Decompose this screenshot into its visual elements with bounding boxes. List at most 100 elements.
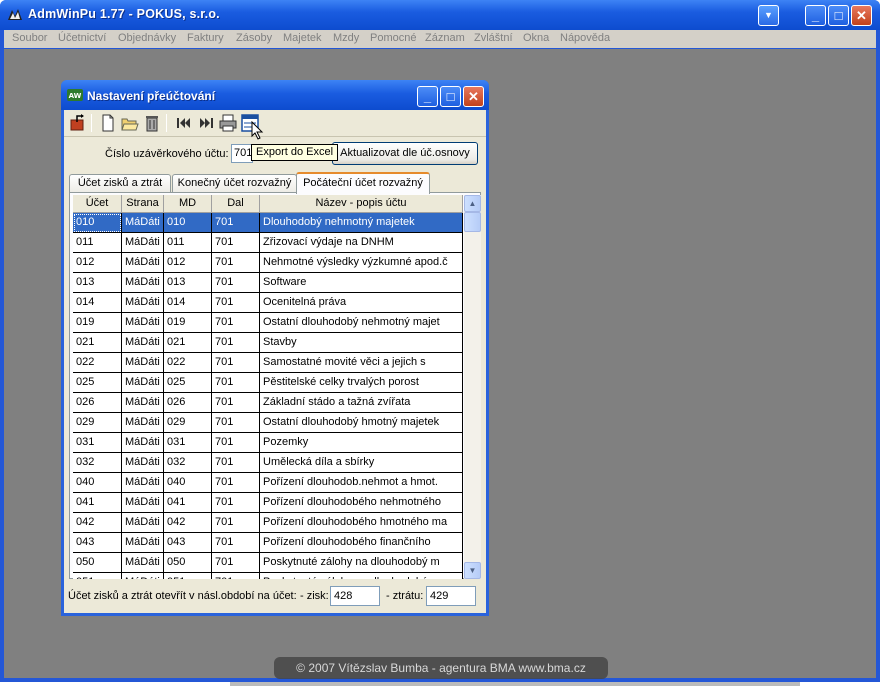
- table-cell[interactable]: 010: [73, 213, 122, 233]
- table-cell[interactable]: 051: [164, 573, 212, 579]
- table-cell[interactable]: 029: [164, 413, 212, 433]
- minimize-icon[interactable]: _: [805, 5, 826, 26]
- table-row[interactable]: 041 MáDáti 041 701 Pořízení dlouhodobého neh…: [73, 493, 463, 513]
- table-row[interactable]: 050 MáDáti 050 701 Poskytnuté zálohy na dlou…: [73, 553, 463, 573]
- table-cell[interactable]: 701: [212, 273, 260, 293]
- table-row[interactable]: 019 MáDáti 019 701 Ostatní dlouhodobý nehmot…: [73, 313, 463, 333]
- table-cell[interactable]: 701: [212, 413, 260, 433]
- menu-ucetnictvi[interactable]: Účetnictví: [58, 32, 106, 44]
- tab-pocatecni-ucet[interactable]: Počáteční účet rozvažný: [296, 172, 430, 194]
- table-cell[interactable]: Pořízení dlouhodob.nehmot a hmot.: [260, 473, 463, 493]
- table-cell[interactable]: Pozemky: [260, 433, 463, 453]
- table-cell[interactable]: 040: [73, 473, 122, 493]
- table-cell[interactable]: Software: [260, 273, 463, 293]
- table-row[interactable]: 010 MáDáti 010 701 Dlouhodobý nehmotný majet…: [73, 213, 463, 233]
- table-row[interactable]: 042 MáDáti 042 701 Pořízení dlouhodobého hmo…: [73, 513, 463, 533]
- table-cell[interactable]: MáDáti: [122, 353, 164, 373]
- dialog-titlebar[interactable]: AW Nastavení přeúčtování _ □ ✕: [61, 80, 489, 110]
- table-cell[interactable]: Nehmotné výsledky výzkumné apod.č: [260, 253, 463, 273]
- close-icon[interactable]: ✕: [851, 5, 872, 26]
- table-cell[interactable]: Samostatné movité věci a jejich s: [260, 353, 463, 373]
- table-cell[interactable]: 050: [164, 553, 212, 573]
- table-cell[interactable]: 021: [73, 333, 122, 353]
- table-cell[interactable]: MáDáti: [122, 533, 164, 553]
- table-cell[interactable]: 013: [164, 273, 212, 293]
- column-header-md[interactable]: MD: [164, 195, 212, 213]
- column-header-dal[interactable]: Dal: [212, 195, 260, 213]
- table-cell[interactable]: 701: [212, 533, 260, 553]
- scroll-up-icon[interactable]: ▲: [464, 195, 481, 212]
- table-cell[interactable]: Pěstitelské celky trvalých porost: [260, 373, 463, 393]
- table-cell[interactable]: MáDáti: [122, 553, 164, 573]
- scroll-thumb[interactable]: [464, 212, 481, 232]
- table-cell[interactable]: 701: [212, 253, 260, 273]
- table-cell[interactable]: Ostatní dlouhodobý hmotný majetek: [260, 413, 463, 433]
- table-cell[interactable]: Stavby: [260, 333, 463, 353]
- dialog-maximize-icon[interactable]: □: [440, 86, 461, 107]
- tab-ucet-zisku-a-ztrat[interactable]: Účet zisků a ztrát: [69, 174, 171, 193]
- loss-account-input[interactable]: 429: [426, 586, 476, 606]
- table-cell[interactable]: MáDáti: [122, 273, 164, 293]
- table-row[interactable]: 029 MáDáti 029 701 Ostatní dlouhodobý hmotný…: [73, 413, 463, 433]
- table-cell[interactable]: 701: [212, 213, 260, 233]
- table-cell[interactable]: 021: [164, 333, 212, 353]
- delete-icon[interactable]: [142, 113, 162, 133]
- table-cell[interactable]: 701: [212, 333, 260, 353]
- table-cell[interactable]: MáDáti: [122, 433, 164, 453]
- table-cell[interactable]: Ostatní dlouhodobý nehmotný majet: [260, 313, 463, 333]
- table-cell[interactable]: 701: [212, 353, 260, 373]
- table-cell[interactable]: 012: [164, 253, 212, 273]
- table-cell[interactable]: 043: [73, 533, 122, 553]
- table-cell[interactable]: 041: [164, 493, 212, 513]
- table-cell[interactable]: 042: [73, 513, 122, 533]
- table-cell[interactable]: 026: [164, 393, 212, 413]
- table-cell[interactable]: 019: [73, 313, 122, 333]
- table-cell[interactable]: 041: [73, 493, 122, 513]
- table-cell[interactable]: 701: [212, 573, 260, 579]
- table-cell[interactable]: 043: [164, 533, 212, 553]
- table-cell[interactable]: 701: [212, 453, 260, 473]
- menu-faktury[interactable]: Faktury: [187, 32, 224, 44]
- menu-majetek[interactable]: Majetek: [283, 32, 322, 44]
- table-cell[interactable]: MáDáti: [122, 473, 164, 493]
- table-cell[interactable]: Ocenitelná práva: [260, 293, 463, 313]
- table-cell[interactable]: MáDáti: [122, 453, 164, 473]
- window-menu-dropdown-icon[interactable]: ▼: [758, 5, 779, 26]
- table-cell[interactable]: 701: [212, 233, 260, 253]
- table-cell[interactable]: 040: [164, 473, 212, 493]
- table-row[interactable]: 025 MáDáti 025 701 Pěstitelské celky trvalýc…: [73, 373, 463, 393]
- column-header-ucet[interactable]: Účet: [73, 195, 122, 213]
- table-cell[interactable]: Poskytnuté zálohy na dlouhodobý m: [260, 553, 463, 573]
- exit-icon[interactable]: [68, 113, 88, 133]
- table-row[interactable]: 026 MáDáti 026 701 Základní stádo a tažná zv…: [73, 393, 463, 413]
- table-cell[interactable]: MáDáti: [122, 293, 164, 313]
- table-cell[interactable]: 014: [73, 293, 122, 313]
- table-cell[interactable]: 032: [73, 453, 122, 473]
- menu-zvlastni[interactable]: Zvláštní: [474, 32, 513, 44]
- menu-zasoby[interactable]: Zásoby: [236, 32, 272, 44]
- table-cell[interactable]: MáDáti: [122, 493, 164, 513]
- table-cell[interactable]: 701: [212, 473, 260, 493]
- table-row[interactable]: 040 MáDáti 040 701 Pořízení dlouhodob.nehmot…: [73, 473, 463, 493]
- table-cell[interactable]: 701: [212, 553, 260, 573]
- table-row[interactable]: 014 MáDáti 014 701 Ocenitelná práva: [73, 293, 463, 313]
- menu-objednavky[interactable]: Objednávky: [118, 32, 176, 44]
- table-cell[interactable]: 042: [164, 513, 212, 533]
- menu-mzdy[interactable]: Mzdy: [333, 32, 359, 44]
- tab-konecny-ucet[interactable]: Konečný účet rozvažný: [172, 174, 297, 193]
- table-cell[interactable]: 013: [73, 273, 122, 293]
- table-cell[interactable]: Zřizovací výdaje na DNHM: [260, 233, 463, 253]
- table-row[interactable]: 022 MáDáti 022 701 Samostatné movité věci a …: [73, 353, 463, 373]
- open-icon[interactable]: [120, 113, 140, 133]
- table-cell[interactable]: Umělecká díla a sbírky: [260, 453, 463, 473]
- table-row[interactable]: 011 MáDáti 011 701 Zřizovací výdaje na DNHM: [73, 233, 463, 253]
- table-cell[interactable]: 701: [212, 313, 260, 333]
- table-cell[interactable]: 022: [73, 353, 122, 373]
- table-cell[interactable]: 012: [73, 253, 122, 273]
- maximize-icon[interactable]: □: [828, 5, 849, 26]
- table-cell[interactable]: 051: [73, 573, 122, 579]
- table-cell[interactable]: Základní stádo a tažná zvířata: [260, 393, 463, 413]
- table-cell[interactable]: 026: [73, 393, 122, 413]
- table-cell[interactable]: 701: [212, 433, 260, 453]
- table-cell[interactable]: 032: [164, 453, 212, 473]
